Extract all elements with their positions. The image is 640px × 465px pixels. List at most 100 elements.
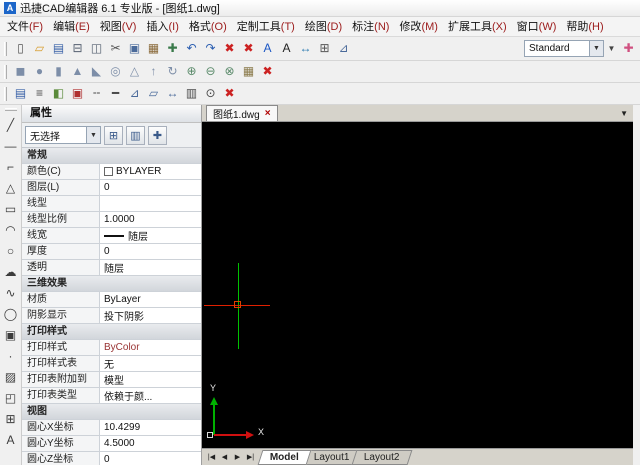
property-row[interactable]: 透明 随层 [22,260,201,276]
list-icon[interactable]: ▥ [182,84,201,103]
point-icon[interactable]: · [1,345,21,366]
ellipse-icon[interactable]: ◯ [1,303,21,324]
layout-tab[interactable]: Model [257,449,312,465]
hatch-icon[interactable]: ▨ [1,366,21,387]
copy-icon[interactable]: ▣ [125,39,144,58]
erase-icon[interactable]: ✖ [220,39,239,58]
drawing-canvas[interactable]: Y X [202,122,633,448]
toolbar-grip[interactable] [4,108,17,111]
subtract-icon[interactable]: ⊖ [201,62,220,81]
property-value[interactable]: 投下阴影 [100,308,201,323]
property-row[interactable]: 阴影显示 投下阴影 [22,308,201,324]
close-toolbar-icon[interactable]: ✖ [220,84,239,103]
menu-item[interactable]: 修改M [394,18,443,36]
property-row[interactable]: 三维效果 [22,276,201,292]
menu-item[interactable]: 格式O [184,18,232,36]
delete-icon[interactable]: ✖ [239,39,258,58]
property-value[interactable]: 10.4299 [100,420,201,435]
cone-icon[interactable]: ▲ [68,62,87,81]
dimension-icon[interactable]: ↔ [296,39,315,58]
redo-icon[interactable]: ↷ [201,39,220,58]
property-value[interactable]: 依赖于颜... [100,388,201,403]
property-row[interactable]: 线型比例 1.0000 [22,212,201,228]
save-icon[interactable]: ▤ [49,39,68,58]
properties-settings-icon[interactable]: ▥ [126,125,145,145]
menu-item[interactable]: 绘图D [300,18,347,36]
properties-panel-icon[interactable]: ▤ [11,84,30,103]
quick-select-icon[interactable]: ✚ [148,125,167,145]
property-value[interactable]: 模型 [100,372,201,387]
last-tab-button[interactable]: ▶| [244,453,257,461]
cut-icon[interactable]: ✂ [106,39,125,58]
revision-cloud-icon[interactable]: ☁ [1,261,21,282]
property-row[interactable]: 图层(L) 0 [22,180,201,196]
lineweight-icon[interactable]: ━ [106,84,125,103]
property-row[interactable]: 打印样式 ByColor [22,340,201,356]
document-tab[interactable]: 图纸1.dwg × [206,105,278,121]
measure-icon[interactable]: ⊿ [334,39,353,58]
text-icon[interactable]: A [1,429,21,450]
new-file-icon[interactable]: ▯ [11,39,30,58]
property-row[interactable]: 线宽 随层 [22,228,201,244]
line-icon[interactable]: ╱ [1,114,21,135]
layer-state-icon[interactable]: ◧ [49,84,68,103]
property-row[interactable]: 颜色(C) BYLAYER [22,164,201,180]
property-value[interactable]: 0 [100,452,201,465]
rectangle-icon[interactable]: ▭ [1,198,21,219]
text-style-icon[interactable]: A [258,39,277,58]
open-folder-icon[interactable]: ▱ [30,39,49,58]
close-tab-icon[interactable]: × [265,108,271,119]
close-toolbar-icon[interactable]: ✖ [258,62,277,81]
next-tab-button[interactable]: ▶ [231,453,244,461]
property-row[interactable]: 视图 [22,404,201,420]
toolbar-grip[interactable] [4,41,7,56]
property-value[interactable]: 随层 [100,260,201,275]
polygon-icon[interactable]: △ [1,177,21,198]
sphere-icon[interactable]: ● [30,62,49,81]
property-value[interactable]: ByColor [100,340,201,355]
intersect-icon[interactable]: ⊗ [220,62,239,81]
property-row[interactable]: 厚度 0 [22,244,201,260]
first-tab-button[interactable]: |◀ [205,453,218,461]
property-row[interactable]: 打印表类型 依赖于颜... [22,388,201,404]
paste-icon[interactable]: ▦ [144,39,163,58]
property-row[interactable]: 常规 [22,148,201,164]
spline-icon[interactable]: ∿ [1,282,21,303]
property-value[interactable]: 随层 [100,228,201,243]
menu-item[interactable]: 定制工具T [232,18,300,36]
print-icon[interactable]: ⊟ [68,39,87,58]
region-icon[interactable]: ◰ [1,387,21,408]
table-icon[interactable]: ⊞ [1,408,21,429]
menu-item[interactable]: 扩展工具X [443,18,512,36]
layout-tab[interactable]: Layout2 [352,449,413,465]
property-row[interactable]: 打印样式 [22,324,201,340]
property-value[interactable] [100,196,201,211]
property-row[interactable]: 打印表附加到 模型 [22,372,201,388]
toolbar-grip[interactable] [4,86,7,101]
layers-icon[interactable]: ≡ [30,84,49,103]
property-value[interactable]: 0 [100,180,201,195]
menu-item[interactable]: 帮助H [561,18,608,36]
measure-triangle-icon[interactable]: ⊿ [125,84,144,103]
menu-item[interactable]: 视图V [95,18,142,36]
id-point-icon[interactable]: ⊙ [201,84,220,103]
toolbar-grip[interactable] [4,64,7,79]
property-row[interactable]: 线型 [22,196,201,212]
construction-line-icon[interactable]: — [1,135,21,156]
polyline-icon[interactable]: ⌐ [1,156,21,177]
menu-item[interactable]: 编辑E [48,18,95,36]
property-row[interactable]: 材质 ByLayer [22,292,201,308]
insert-block-icon[interactable]: ▣ [1,324,21,345]
property-row[interactable]: 圆心Z坐标 0 [22,452,201,465]
property-value[interactable]: ByLayer [100,292,201,307]
add-style-icon[interactable]: ✚ [619,39,638,58]
menu-item[interactable]: 窗口W [512,18,562,36]
torus-icon[interactable]: ◎ [106,62,125,81]
property-value[interactable]: 1.0000 [100,212,201,227]
menu-item[interactable]: 标注N [347,18,394,36]
property-value[interactable]: BYLAYER [100,164,201,179]
property-row[interactable]: 打印样式表 无 [22,356,201,372]
style-combo[interactable]: Standard ▼ [524,40,604,57]
box-icon[interactable]: ◼ [11,62,30,81]
property-value[interactable]: 0 [100,244,201,259]
